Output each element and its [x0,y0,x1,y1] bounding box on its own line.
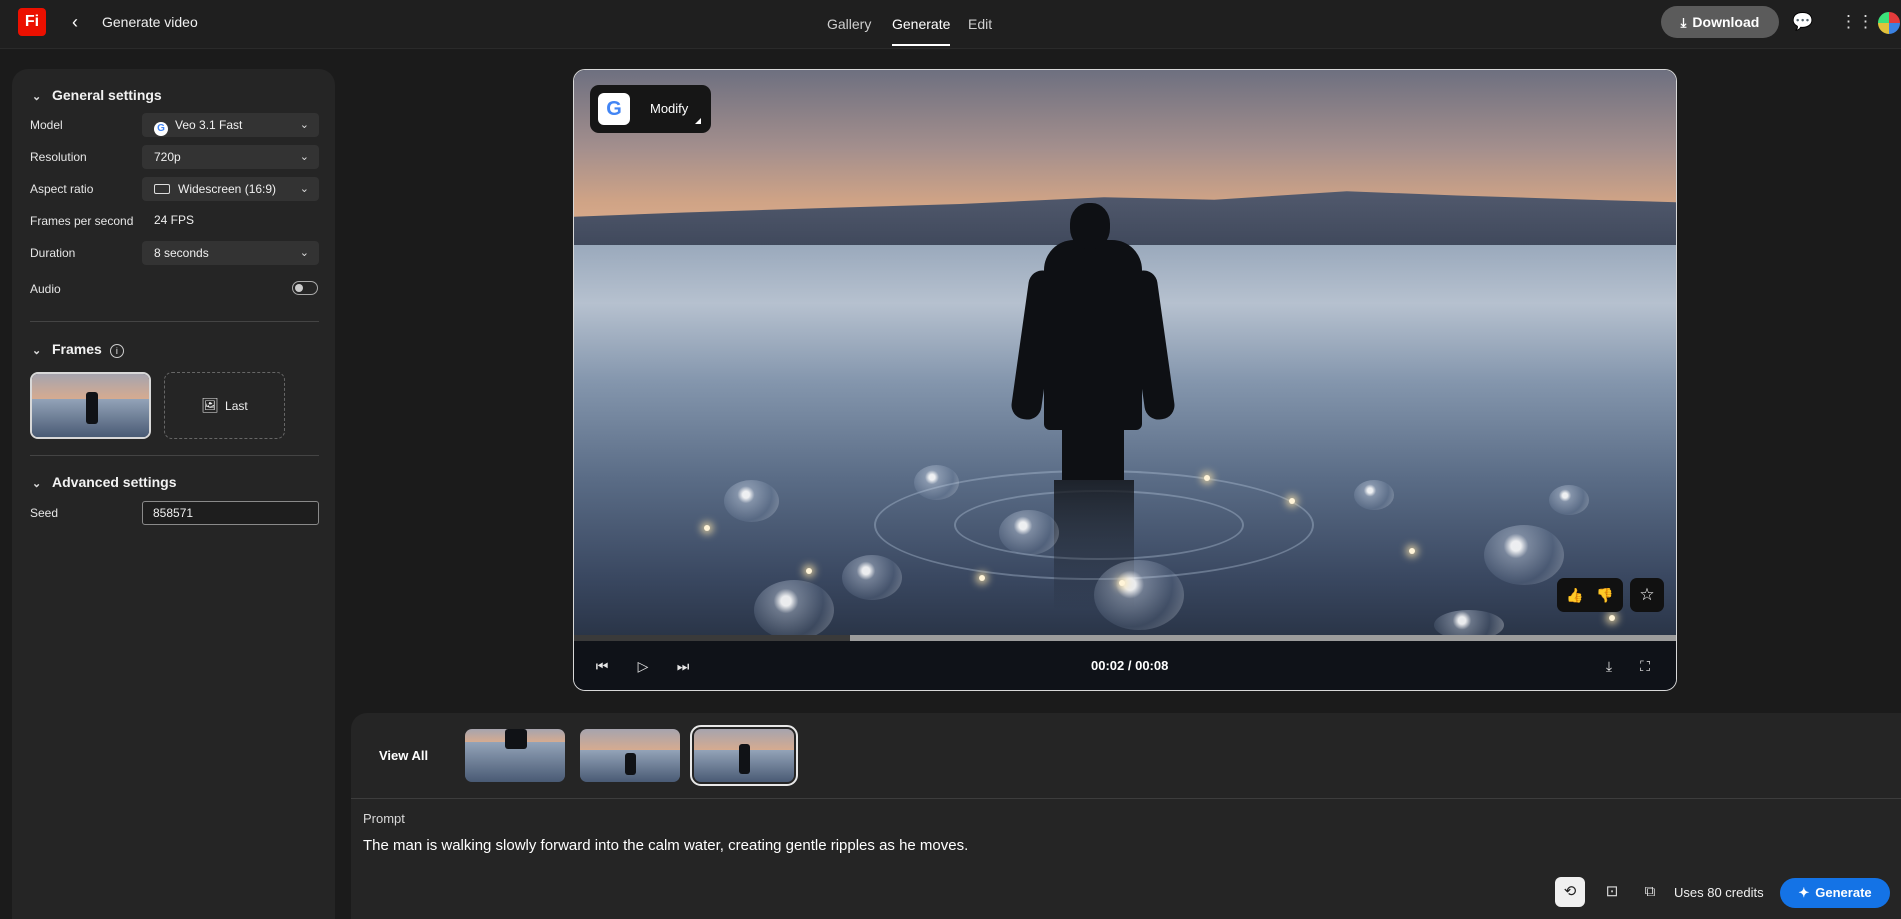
resolution-value: 720p [154,150,181,164]
generate-button[interactable]: ✦ Generate [1780,878,1890,908]
chevron-down-icon: ⌄ [299,151,309,163]
generation-thumbnail[interactable] [580,729,680,782]
page-title: Generate video [102,14,198,30]
divider [30,321,319,322]
feedback-icon[interactable]: 💬 [1791,10,1815,34]
chevron-down-icon: ⌄ [299,247,309,259]
fps-value: 24 FPS [154,213,195,227]
seed-label: Seed [30,506,59,520]
audio-toggle[interactable] [292,281,318,295]
fps-label: Frames per second [30,214,134,228]
info-icon[interactable]: i [109,344,124,358]
media-icon[interactable]: ⧉ [1635,877,1665,907]
video-frame[interactable] [574,70,1676,640]
apps-grid-icon[interactable]: ⋮⋮⋮ [1840,10,1891,34]
bottom-panel: View All Prompt The man is walking slowl… [351,713,1901,919]
chevron-down-icon: ⌄ [32,478,42,490]
generate-label: Generate [1815,885,1872,900]
aspect-ratio-label: Aspect ratio [30,182,94,196]
figure-silhouette [86,392,98,424]
chevron-down-icon: ⌄ [32,91,42,103]
model-value: Veo 3.1 Fast [175,118,243,132]
play-icon[interactable]: ▷ [632,655,654,677]
last-frame-slot[interactable]: 🖼 Last [164,372,285,439]
tab-gallery[interactable]: Gallery [827,0,871,48]
text-effects-icon[interactable]: ⊡ [1597,877,1627,907]
fullscreen-icon[interactable]: ⛶ [1634,655,1656,677]
modify-label: Modify [650,101,689,116]
skip-back-icon[interactable]: ⏮ [591,655,613,677]
advanced-settings-header[interactable]: ⌄ Advanced settings [32,474,176,490]
add-image-icon: 🖼 [201,397,220,413]
thumbs-up-icon[interactable]: 👍 [1565,585,1585,605]
duration-label: Duration [30,246,76,260]
prompt-input[interactable]: The man is walking slowly forward into t… [363,837,968,854]
divider [30,455,319,456]
view-all-button[interactable]: View All [379,748,428,763]
widescreen-icon [154,184,170,194]
aspect-ratio-select[interactable]: Widescreen (16:9) ⌄ [142,177,319,201]
generation-thumbnail-selected[interactable] [690,725,798,786]
model-select[interactable]: G Veo 3.1 Fast ⌄ [142,113,319,137]
rating-group: 👍 👎 [1557,578,1623,612]
duration-value: 8 seconds [154,246,209,260]
tab-generate[interactable]: Generate [892,0,951,48]
general-settings-header[interactable]: ⌄ General settings [32,87,162,103]
download-button[interactable]: ⤓ Download [1661,6,1779,38]
download-icon[interactable]: ⤓ [1598,655,1620,677]
download-icon: ⤓ [1680,15,1687,30]
duration-select[interactable]: 8 seconds ⌄ [142,241,319,265]
resolution-label: Resolution [30,150,87,164]
first-frame-thumbnail[interactable] [30,372,151,439]
seed-input[interactable] [142,501,319,525]
credits-text: Uses 80 credits [1674,885,1764,900]
google-icon: G [154,122,168,136]
frames-header[interactable]: ⌄ Frames i [32,341,124,358]
expand-corner-icon [695,118,701,124]
man-silhouette [1044,240,1142,430]
google-icon: G [598,93,630,125]
video-player: G Modify 👍 👎 ☆ ⏮ ▷ ⏭ 00:02 / 00:08 ⤓ ⛶ [573,69,1677,691]
chevron-down-icon: ⌄ [299,183,309,195]
chevron-down-icon: ⌄ [299,119,309,131]
history-icon[interactable]: ⟲ [1555,877,1585,907]
skip-forward-icon[interactable]: ⏭ [672,655,694,677]
divider [351,798,1901,799]
star-icon[interactable]: ☆ [1630,578,1664,612]
avatar[interactable] [1876,10,1901,36]
player-controls: ⏮ ▷ ⏭ 00:02 / 00:08 ⤓ ⛶ [574,641,1676,690]
audio-label: Audio [30,282,61,296]
app-logo[interactable]: Fi [18,8,46,36]
download-label: Download [1692,14,1760,30]
thumbs-down-icon[interactable]: 👎 [1595,585,1615,605]
prompt-label: Prompt [363,811,405,826]
aspect-ratio-value: Widescreen (16:9) [178,182,277,196]
last-frame-label: Last [225,399,248,413]
resolution-select[interactable]: 720p ⌄ [142,145,319,169]
model-label: Model [30,118,63,132]
generation-thumbnail[interactable] [465,729,565,782]
time-display: 00:02 / 00:08 [1091,658,1169,673]
tab-edit[interactable]: Edit [968,0,992,48]
settings-sidebar: ⌄ General settings Model G Veo 3.1 Fast ⌄ … [12,69,335,919]
chevron-down-icon: ⌄ [32,345,42,357]
back-icon[interactable]: ‹ [72,12,88,32]
modify-button[interactable]: G Modify [590,85,711,133]
top-bar: Fi ‹ Generate video Gallery Generate Edi… [0,0,1901,49]
generate-icon: ✦ [1798,885,1810,900]
